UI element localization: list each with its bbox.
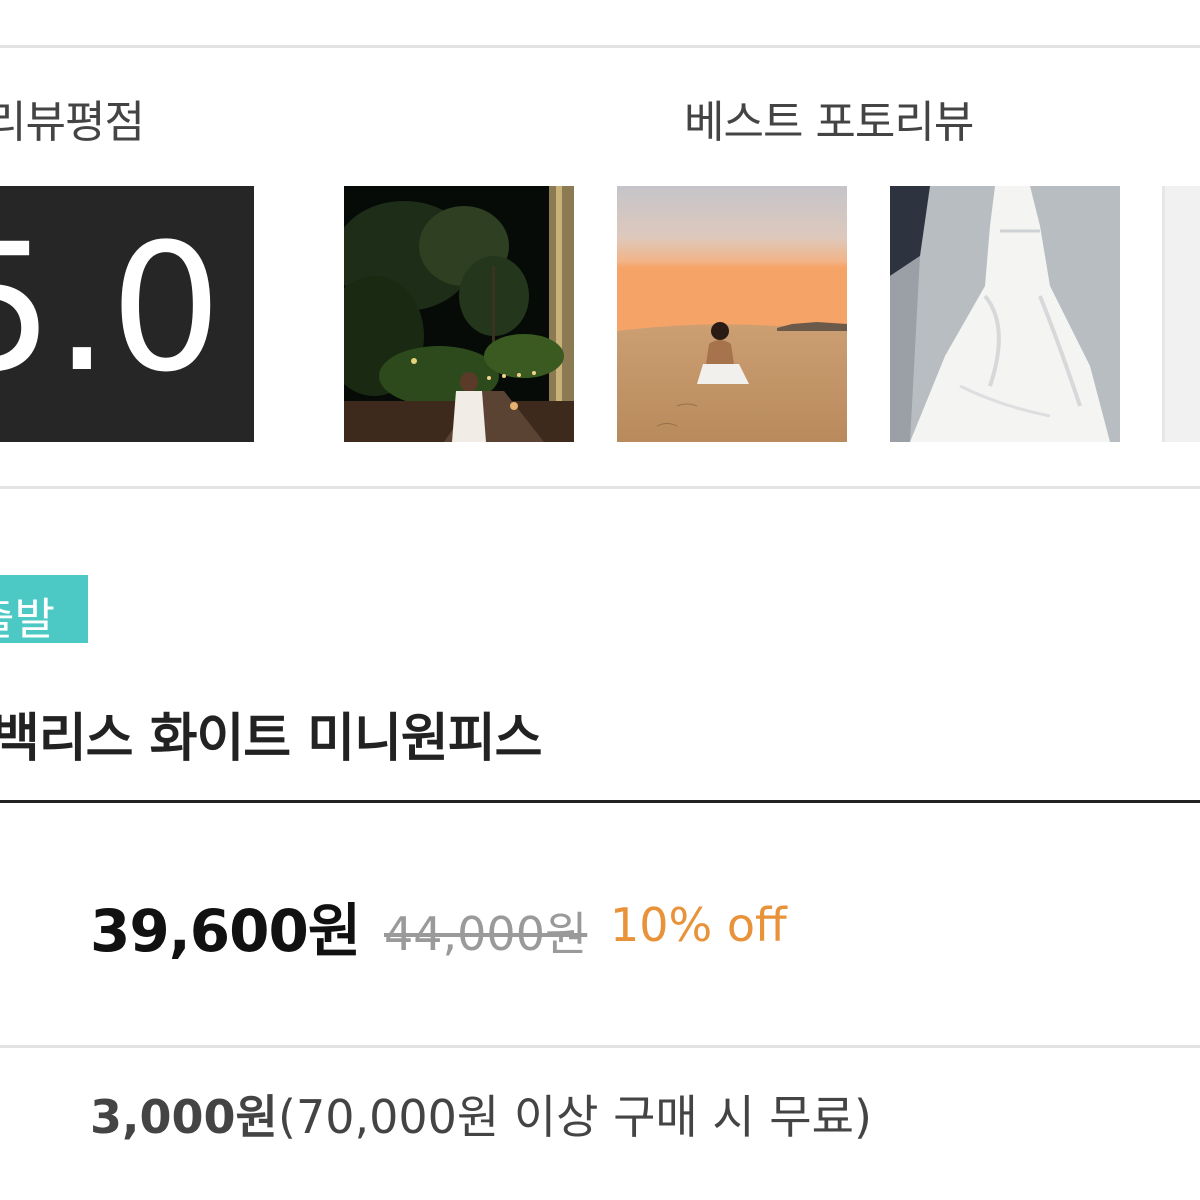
- desert-sunset-photo-icon: [617, 186, 847, 442]
- top-divider: [0, 45, 1200, 48]
- review-photo-desert-sunset[interactable]: [617, 186, 847, 442]
- discount-rate: 10% off: [610, 898, 787, 952]
- shipping-condition: (70,000원 이상 구매 시 무료): [278, 1090, 872, 1144]
- best-photo-review-label: 베스트 포토리뷰: [684, 97, 974, 148]
- departure-badge-label: 출발: [0, 594, 55, 643]
- product-divider: [0, 800, 1200, 803]
- review-rating-label: 리뷰평점: [0, 97, 145, 148]
- review-score-box: 5.0: [0, 186, 254, 442]
- white-dress-photo-icon: [890, 186, 1120, 442]
- night-garden-photo-icon: [344, 186, 574, 442]
- partial-photo-icon: [1162, 186, 1200, 442]
- product-title: 백리스 화이트 미니원피스: [0, 709, 542, 769]
- original-price: 44,000원: [384, 907, 588, 961]
- review-divider: [0, 486, 1200, 489]
- review-score: 5.0: [0, 206, 222, 411]
- shipping-fee: 3,000원: [90, 1090, 278, 1144]
- price-divider: [0, 1045, 1200, 1048]
- review-photo-night-garden[interactable]: [344, 186, 574, 442]
- review-photo-partial[interactable]: [1162, 186, 1200, 442]
- review-photo-white-dress[interactable]: [890, 186, 1120, 442]
- departure-badge: 출발: [0, 575, 88, 643]
- sale-price: 39,600원: [90, 897, 361, 965]
